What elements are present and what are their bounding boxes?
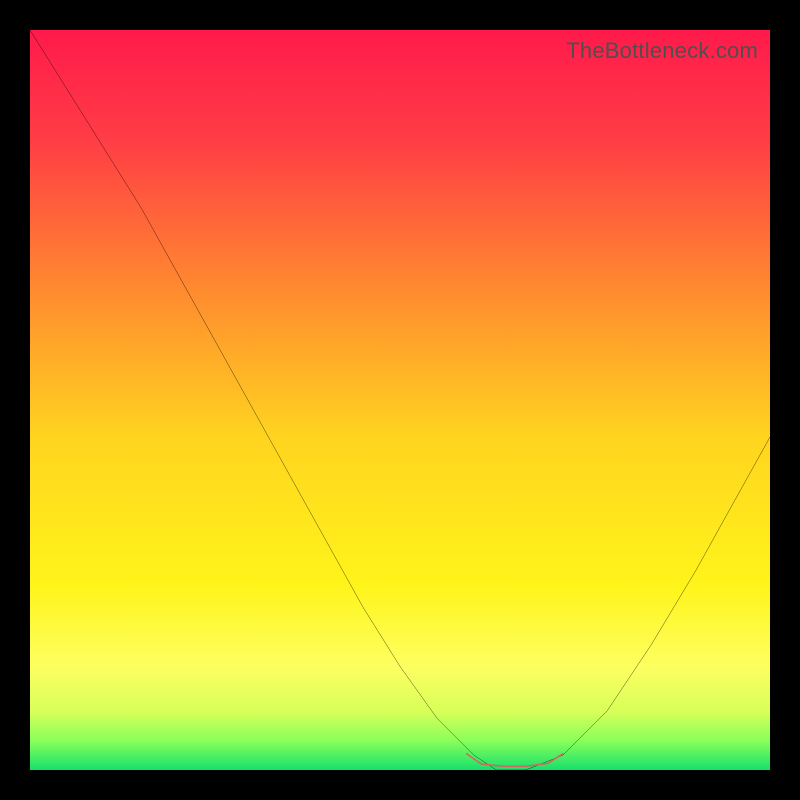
chart-frame: TheBottleneck.com: [0, 0, 800, 800]
bottleneck-curve: [30, 30, 770, 770]
curve-layer: [30, 30, 770, 770]
plot-area: TheBottleneck.com: [30, 30, 770, 770]
